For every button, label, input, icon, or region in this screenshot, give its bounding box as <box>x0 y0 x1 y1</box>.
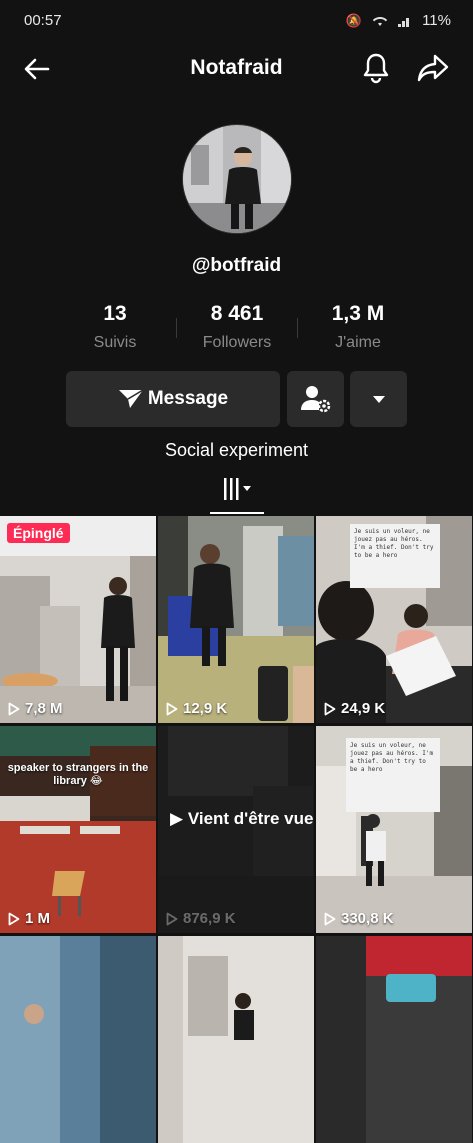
status-icons: 🔕 11% <box>346 12 451 29</box>
grid-icon <box>224 478 251 500</box>
stat-value: 13 <box>103 302 127 325</box>
profile-header: Notafraid <box>0 44 473 94</box>
video-thumbnail <box>0 936 156 1143</box>
share-icon[interactable] <box>417 53 449 83</box>
video-tile[interactable]: speaker to strangers in the library 😂 1 … <box>0 726 156 933</box>
view-count-value: 12,9 K <box>183 700 228 717</box>
view-count: 7,8 M <box>8 700 63 717</box>
stat-label: Followers <box>202 334 272 351</box>
recently-viewed-text: Vient d'être vue <box>187 809 314 828</box>
video-thumbnail <box>158 516 314 723</box>
view-count: 12,9 K <box>166 700 227 717</box>
video-thumbnail <box>158 726 314 933</box>
user-settings-button[interactable] <box>287 371 344 427</box>
video-tile[interactable]: Je suis un voleur, ne jouez pas au héros… <box>316 516 472 723</box>
message-button[interactable]: Message <box>66 371 280 427</box>
play-icon <box>8 912 20 925</box>
video-tile[interactable] <box>158 936 314 1143</box>
view-count: 24,9 K <box>324 700 385 717</box>
stat-following[interactable]: 13 Suivis <box>55 302 175 352</box>
view-count-value: 24,9 K <box>341 700 386 717</box>
video-tile[interactable]: ▶ Vient d'être vue 876,9 K <box>158 726 314 933</box>
stat-value: 8 461 <box>210 302 264 325</box>
play-icon <box>166 912 178 925</box>
video-thumbnail <box>0 516 156 723</box>
play-marker-icon: ▶ <box>170 809 184 828</box>
video-caption: speaker to strangers in the library 😂 <box>7 762 149 787</box>
stat-divider <box>297 318 298 338</box>
more-options-button[interactable] <box>350 371 407 427</box>
sign-note: Je suis un voleur, ne jouez pas au héros… <box>346 738 440 812</box>
active-tab-indicator <box>210 512 264 514</box>
profile-bio: Social experiment <box>164 440 309 460</box>
video-thumbnail <box>316 936 472 1143</box>
view-count-value: 876,9 K <box>183 910 236 927</box>
content-tabs <box>0 470 473 514</box>
username: @botfraid <box>191 255 282 276</box>
paper-plane-icon <box>118 389 144 408</box>
sign-note: Je suis un voleur, ne jouez pas au héros… <box>350 524 440 588</box>
stat-value: 1,3 M <box>331 302 385 325</box>
recently-viewed-label: ▶ Vient d'être vue <box>170 808 313 829</box>
view-count: 876,9 K <box>166 910 236 927</box>
view-count: 1 M <box>8 910 50 927</box>
video-thumbnail <box>158 936 314 1143</box>
play-icon <box>8 702 20 715</box>
pinned-badge: Épinglé <box>7 523 70 543</box>
view-count-value: 330,8 K <box>341 910 394 927</box>
message-label: Message <box>147 388 229 409</box>
profile-stats: 13 Suivis 8 461 Followers 1,3 M J'aime <box>0 302 473 358</box>
stat-likes[interactable]: 1,3 M J'aime <box>298 302 418 352</box>
avatar-photo <box>183 125 291 233</box>
user-settings-icon <box>300 386 330 413</box>
status-bar: 00:57 🔕 11% <box>0 0 473 40</box>
play-icon <box>324 702 336 715</box>
caret-down-icon <box>372 396 385 403</box>
video-tile[interactable]: Épinglé 7,8 M <box>0 516 156 723</box>
play-icon <box>166 702 178 715</box>
video-tile[interactable]: 12,9 K <box>158 516 314 723</box>
video-tile[interactable] <box>0 936 156 1143</box>
view-count-value: 7,8 M <box>25 700 63 717</box>
mute-icon: 🔕 <box>345 12 363 28</box>
stat-label: J'aime <box>335 334 381 351</box>
status-time: 00:57 <box>24 12 62 29</box>
tab-videos[interactable] <box>210 470 264 514</box>
stat-followers[interactable]: 8 461 Followers <box>177 302 297 352</box>
stat-label: Suivis <box>93 334 137 351</box>
stat-divider <box>176 318 177 338</box>
video-tile[interactable] <box>316 936 472 1143</box>
page-title: Notafraid <box>190 56 283 79</box>
video-tile[interactable]: Je suis un voleur, ne jouez pas au héros… <box>316 726 472 933</box>
avatar[interactable] <box>182 124 292 234</box>
video-thumbnail <box>0 726 156 933</box>
view-count-value: 1 M <box>25 910 51 927</box>
wifi-icon <box>372 16 388 26</box>
bell-icon[interactable] <box>361 52 391 84</box>
view-count: 330,8 K <box>324 910 394 927</box>
signal-icon <box>398 17 410 27</box>
battery-level: 11% <box>422 12 451 29</box>
play-icon <box>324 912 336 925</box>
